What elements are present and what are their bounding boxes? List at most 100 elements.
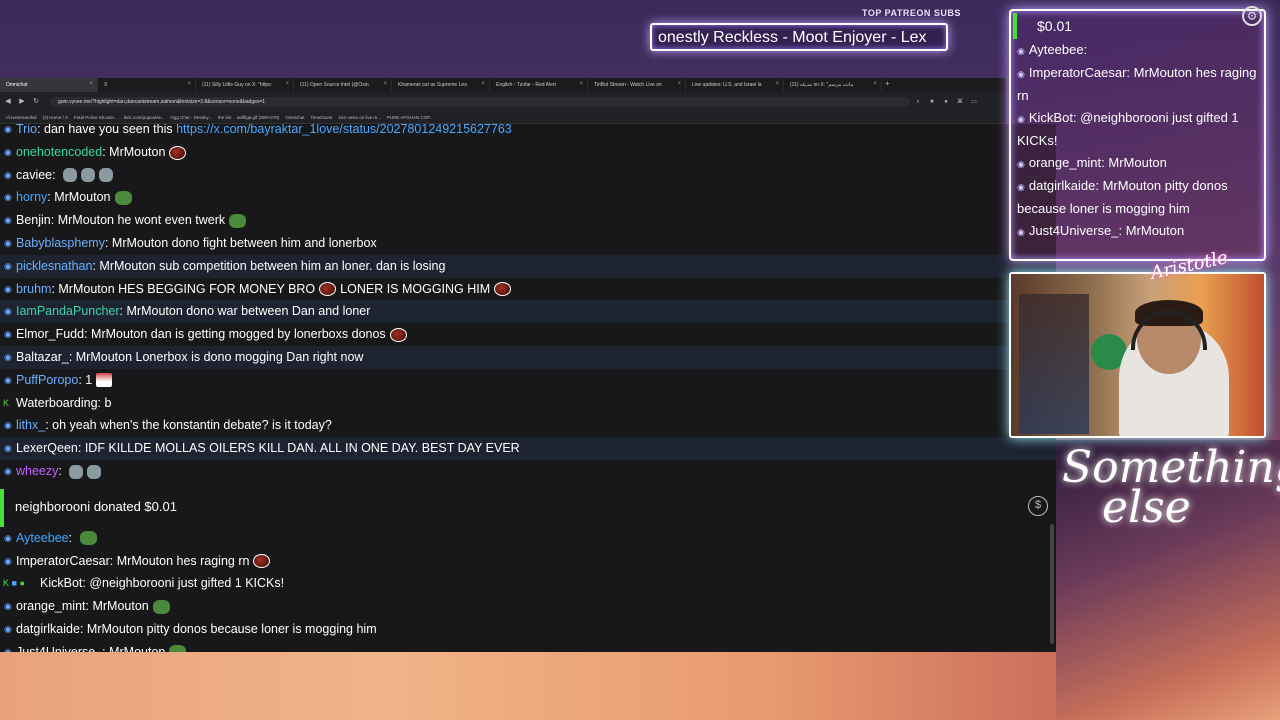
chat-username[interactable]: Elmor_Fudd [16,327,84,341]
donation-user[interactable]: neighborooni [15,499,90,514]
chat-username[interactable]: picklesnathan [16,259,92,273]
emote-icon [63,168,78,183]
close-tab-icon[interactable]: × [187,81,191,87]
chat-link[interactable]: https://x.com/bayraktar_1love/status/202… [176,124,512,136]
emote-icon [389,327,407,342]
bookmark-item[interactable]: TimeGuesr [310,115,332,120]
bookmark-item[interactable]: iran news on live m... [339,115,381,120]
chat-text: MrMouton dono war between Dan and loner [126,304,371,319]
close-tab-icon[interactable]: × [481,81,485,87]
chat-username[interactable]: onehotencoded [16,145,102,159]
sidebar-icon[interactable]: ▭ [968,96,980,108]
puzzle-icon[interactable]: ⌘ [954,96,966,108]
address-bar[interactable]: gum.vynee.me/?highlight=dan,dancantstrea… [50,97,910,107]
tab-3[interactable]: (11) Open Source Intel (@Osin × [294,78,392,92]
close-tab-icon[interactable]: × [89,81,93,87]
tab-6[interactable]: TinBot Stream - Watch Live on × [588,78,686,92]
chat-username[interactable]: LexerQeen [16,441,78,455]
sub-badge-icon: ◉ [4,555,12,566]
tab-2[interactable]: (11) Silly Little Guy on X: "https: × [196,78,294,92]
chat-username[interactable]: IamPandaPuncher [16,304,120,318]
chat-message: ◉ Elmor_Fudd: MrMouton dan is getting mog… [0,323,1056,346]
chat-username[interactable]: ImperatorCaesar [16,554,110,568]
chat-message: ◉ PuffPoropo: 1 [0,369,1056,392]
chat-username[interactable]: Baltazar_ [16,350,69,364]
chat-username[interactable]: KickBot [40,576,82,590]
browser-window: Omnichat × X × (11) Silly Little Guy on X: "… [0,78,1006,124]
close-tab-icon[interactable]: × [775,81,779,87]
tab-8[interactable]: (11) مدیکه on X: "ماتت مرسم × [784,78,882,92]
sub-badge-icon: ◉ [4,443,12,454]
sub-badge-icon: ◉ [4,124,12,134]
chat-scrollbar[interactable] [1050,524,1054,644]
close-tab-icon[interactable]: × [677,81,681,87]
chat-message: K ■ ● KickBot: @neighborooni just gifted … [0,572,1056,595]
close-tab-icon[interactable]: × [285,81,289,87]
chat-username[interactable]: Just4Universe_ [16,645,102,652]
emote-icon [114,191,132,206]
chat-username[interactable]: caviee [16,168,52,182]
extension-icon[interactable]: ● [940,96,952,108]
tab-1[interactable]: X × [98,78,196,92]
chat-username[interactable]: Ayteebee [16,531,69,545]
chat-text: MrMouton [109,644,166,652]
reload-icon[interactable]: ↻ [30,96,42,108]
chat-text: MrMouton dan is getting mogged by lonerb… [91,327,386,342]
chat-username[interactable]: Waterboarding [16,396,98,410]
sub-badge-icon: ◉ [1017,227,1025,237]
tab-5[interactable]: English - Tzofar - Red Alert × [490,78,588,92]
chat-text: IDF KILLDE MOLLAS OILERS KILL DAN. ALL I… [84,441,520,456]
chat-username[interactable]: wheezy [16,464,58,478]
chat-message: ◉ orange_mint: MrMouton [0,595,1056,618]
tab-0[interactable]: Omnichat × [0,78,98,92]
bookmark-star-icon[interactable]: ★ [926,96,938,108]
sub-badge-icon: ◉ [4,420,12,431]
bookmark-item[interactable]: r/Livestreamfail [6,115,37,120]
chat-username[interactable]: datgirlkaide [16,622,80,636]
tab-4[interactable]: Khamenei out as Supreme Lea × [392,78,490,92]
chat-text: MrMouton sub competition between him an … [99,258,446,273]
sub-badge-icon: ◉ [4,374,12,385]
overlay-chat-message: ◉ KickBot: @neighborooni just gifted 1 KI… [1017,110,1239,148]
sub-badge-icon: ◉ [4,215,12,226]
tab-7[interactable]: Live updates: U.S. and Israel la × [686,78,784,92]
gear-icon[interactable]: ⚙ [1242,6,1262,26]
emote-icon [79,531,97,546]
close-tab-icon[interactable]: × [579,81,583,87]
chat-text: oh yeah when's the konstantin debate? is… [52,418,332,433]
emote-icon [152,599,170,614]
emote-icon [169,645,187,652]
chat-username[interactable]: horny [16,190,47,204]
bookmark-item[interactable]: anifliga.gif (399×278) [237,115,279,120]
bookmark-item[interactable]: kick.com/popout/w... [124,115,165,120]
patreon-ticker: onestly Reckless - Moot Enjoyer - Lex [650,23,948,51]
chat-username[interactable]: lithx_ [16,418,45,432]
chat-username[interactable]: Trio [16,124,37,136]
bookmark-item[interactable]: Omnichat [285,115,304,120]
chat-text: b [104,395,112,410]
chat-username[interactable]: bruhm [16,282,51,296]
sub-badge-icon: ◉ [4,465,12,476]
sub-badge-icon: ◉ [1017,159,1025,169]
chat-username[interactable]: orange_mint [16,599,86,613]
overlay-username: ImperatorCaesar [1028,65,1127,80]
new-tab-button[interactable]: + [882,78,896,92]
bookmark-item[interactable]: Ogg Chat - Destiny... [170,115,212,120]
bookmark-item[interactable]: the list [218,115,231,120]
chat-username[interactable]: Benjin [16,213,51,227]
chat-username[interactable]: Babyblasphemy [16,236,105,250]
bookmark-item[interactable]: Fatal Police Shootin... [74,115,118,120]
close-tab-icon[interactable]: × [383,81,387,87]
sub-badge-icon: ◉ [4,351,12,362]
chat-message: ◉ picklesnathan: MrMouton sub competition… [0,254,1056,278]
bookmark-item[interactable]: PURE AFGHAN COP... [387,115,433,120]
zoom-icon[interactable]: ⌕ [912,96,924,108]
overlay-chat-message: ◉ ImperatorCaesar: MrMouton hes raging rn [1017,65,1257,103]
bookmark-item[interactable]: (3) Home / X [43,115,69,120]
sub-badge-icon: ◉ [4,260,12,271]
forward-icon[interactable]: ▶ [16,96,28,108]
close-tab-icon[interactable]: × [873,81,877,87]
chat-username[interactable]: PuffPoropo [16,373,78,387]
back-icon[interactable]: ◀ [2,96,14,108]
webcam-feed [1009,272,1266,438]
